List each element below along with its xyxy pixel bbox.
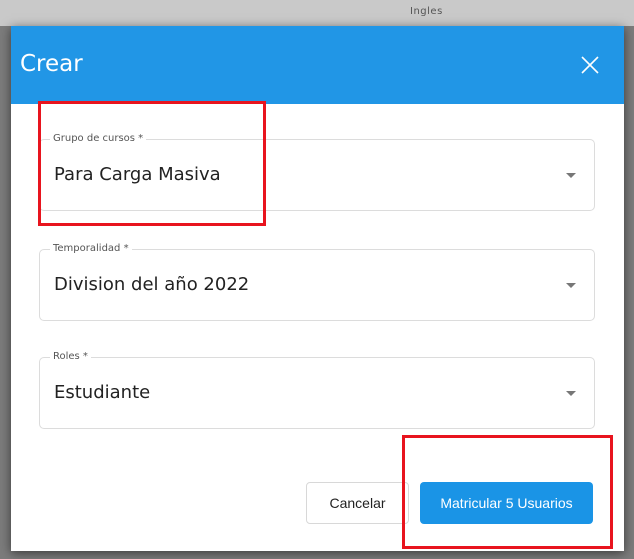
close-icon <box>581 56 599 74</box>
chevron-down-icon <box>566 173 576 178</box>
create-dialog: Crear Grupo de cursos * Para Carga Masiv… <box>11 26 624 551</box>
dialog-header: Crear <box>11 26 624 104</box>
roles-select[interactable]: Roles * Estudiante <box>39 351 595 429</box>
temporality-select[interactable]: Temporalidad * Division del año 2022 <box>39 243 595 321</box>
dialog-title: Crear <box>20 51 83 77</box>
close-button[interactable] <box>578 53 602 77</box>
backdrop-text: Ingles <box>410 6 443 17</box>
backdrop-header: Ingles <box>0 0 634 26</box>
cancel-button[interactable]: Cancelar <box>306 482 409 524</box>
course-group-label: Grupo de cursos * <box>50 133 147 144</box>
temporality-label: Temporalidad * <box>50 243 132 254</box>
roles-label: Roles * <box>50 351 91 362</box>
temporality-value: Division del año 2022 <box>54 274 250 295</box>
course-group-value: Para Carga Masiva <box>54 164 221 185</box>
enroll-users-button[interactable]: Matricular 5 Usuarios <box>420 482 593 524</box>
chevron-down-icon <box>566 391 576 396</box>
course-group-select[interactable]: Grupo de cursos * Para Carga Masiva <box>39 133 595 211</box>
chevron-down-icon <box>566 283 576 288</box>
roles-value: Estudiante <box>54 382 151 403</box>
